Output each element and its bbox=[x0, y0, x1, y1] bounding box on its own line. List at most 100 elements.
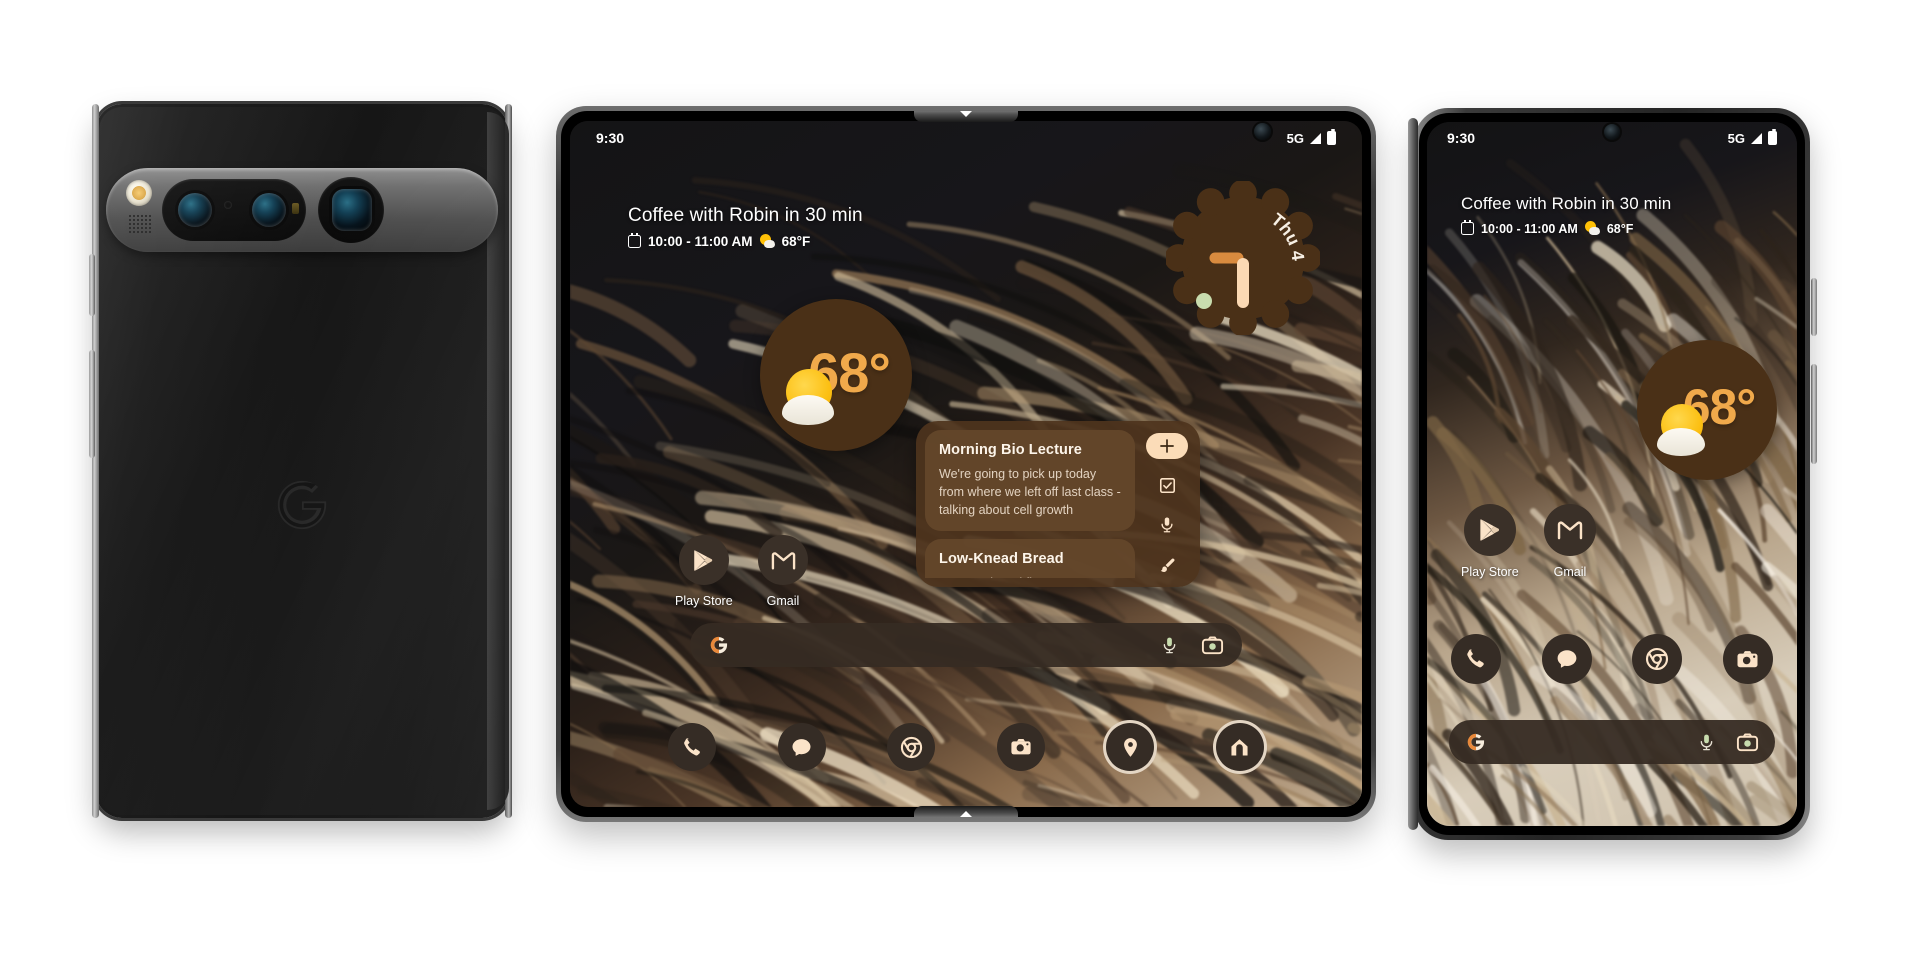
wide-lens bbox=[178, 193, 212, 227]
note-title: Morning Bio Lecture bbox=[939, 442, 1082, 458]
app-label: Gmail bbox=[1553, 565, 1587, 579]
gmail-icon bbox=[758, 535, 808, 585]
note-checklist-item[interactable]: 400g bread flour bbox=[939, 576, 1121, 578]
microphone-icon[interactable] bbox=[1697, 733, 1716, 752]
app-icon-gmail[interactable]: Gmail bbox=[758, 535, 808, 608]
checkbox-icon bbox=[1159, 478, 1175, 494]
play-store-icon bbox=[678, 535, 729, 585]
google-search-bar[interactable] bbox=[1449, 720, 1775, 764]
note-card[interactable]: Low-Knead Bread 400g bread flour 8g salt bbox=[925, 539, 1135, 578]
glance-temperature: 68°F bbox=[1606, 221, 1634, 236]
inner-display-bezel: 9:30 5G Coffee with Robin in 30 min 10:0… bbox=[561, 111, 1371, 817]
status-icons: 5G bbox=[1727, 129, 1777, 146]
power-button[interactable] bbox=[89, 254, 95, 316]
analog-clock-widget[interactable]: Thu 4 bbox=[1166, 181, 1320, 335]
at-a-glance-widget[interactable]: Coffee with Robin in 30 min 10:00 - 11:0… bbox=[1461, 194, 1671, 236]
hinge-notch-top bbox=[914, 111, 1018, 122]
google-lens-camera-icon[interactable] bbox=[1736, 731, 1759, 754]
google-g-icon bbox=[708, 634, 730, 656]
spectral-sensor bbox=[292, 203, 299, 214]
microphone-icon bbox=[1161, 517, 1173, 533]
power-button[interactable] bbox=[1811, 278, 1817, 336]
plus-icon bbox=[1160, 439, 1174, 453]
device-folded-back bbox=[89, 104, 512, 818]
dock-icon-phone[interactable] bbox=[1451, 634, 1501, 684]
google-search-bar[interactable] bbox=[690, 623, 1242, 667]
dock-icon-home[interactable] bbox=[1215, 723, 1264, 771]
app-icon-play-store[interactable]: Play Store bbox=[675, 535, 733, 608]
note-card[interactable]: Morning Bio Lecture We're going to pick … bbox=[925, 430, 1135, 532]
camera-housing-round bbox=[318, 177, 384, 243]
dock bbox=[668, 723, 1264, 771]
app-icon-gmail[interactable]: Gmail bbox=[1544, 504, 1596, 579]
status-bar: 9:30 5G bbox=[570, 121, 1362, 155]
microphone-icon[interactable] bbox=[1160, 636, 1179, 655]
event-time-range: 10:00 - 11:00 AM bbox=[648, 234, 753, 249]
volume-rocker[interactable] bbox=[89, 350, 95, 458]
sun-behind-cloud-icon bbox=[1657, 404, 1715, 456]
weather-widget[interactable]: 68° bbox=[1637, 340, 1777, 480]
sun-cloud-icon bbox=[1584, 221, 1600, 236]
signal-bars-icon bbox=[1751, 132, 1762, 144]
note-item-label: 400g bread flour bbox=[959, 576, 1050, 578]
dock-icon-camera[interactable] bbox=[996, 723, 1045, 771]
google-g-icon bbox=[1465, 731, 1487, 753]
volume-rocker[interactable] bbox=[1811, 364, 1817, 464]
voice-note-button[interactable] bbox=[1146, 513, 1188, 539]
app-label: Play Store bbox=[1461, 565, 1519, 579]
at-a-glance-widget[interactable]: Coffee with Robin in 30 min 10:00 - 11:0… bbox=[628, 205, 863, 249]
dock bbox=[1451, 634, 1773, 684]
sun-cloud-icon bbox=[759, 234, 775, 249]
app-icon-play-store[interactable]: Play Store bbox=[1461, 504, 1519, 579]
cover-hinge-edge bbox=[1408, 118, 1418, 830]
battery-full-icon bbox=[1768, 129, 1777, 145]
mic-grille-icon bbox=[128, 214, 152, 234]
note-title: Low-Knead Bread bbox=[939, 551, 1064, 568]
status-clock: 9:30 bbox=[1447, 130, 1476, 146]
google-lens-camera-icon[interactable] bbox=[1201, 634, 1224, 657]
at-a-glance-title: Coffee with Robin in 30 min bbox=[1461, 194, 1672, 213]
network-label: 5G bbox=[1727, 130, 1745, 146]
weather-widget[interactable]: 68° bbox=[760, 299, 912, 451]
frame-edge-left bbox=[92, 104, 99, 818]
dock-icon-phone[interactable] bbox=[668, 723, 716, 771]
note-body: We're going to pick up today from where … bbox=[939, 467, 1121, 518]
new-note-button[interactable] bbox=[1146, 433, 1188, 459]
ultrawide-lens bbox=[252, 193, 286, 227]
inner-display-screen[interactable]: 9:30 5G Coffee with Robin in 30 min 10:0… bbox=[570, 121, 1362, 807]
status-icons: 5G bbox=[1286, 129, 1336, 146]
dock-icon-messages[interactable] bbox=[777, 723, 826, 771]
notes-list: Morning Bio Lecture We're going to pick … bbox=[925, 430, 1135, 578]
glance-temperature: 68°F bbox=[781, 234, 811, 249]
dock-icon-messages[interactable] bbox=[1541, 634, 1592, 684]
new-list-button[interactable] bbox=[1146, 473, 1188, 499]
led-flash-icon bbox=[126, 180, 152, 206]
front-camera-punch-hole bbox=[1254, 123, 1271, 140]
device-unfolded: 9:30 5G Coffee with Robin in 30 min 10:0… bbox=[556, 106, 1376, 822]
notes-action-rail bbox=[1143, 430, 1191, 578]
dock-icon-camera[interactable] bbox=[1722, 634, 1773, 684]
dock-icon-maps[interactable] bbox=[1106, 723, 1155, 771]
play-store-icon bbox=[1463, 504, 1516, 556]
lens-spacer-dot bbox=[224, 201, 232, 209]
cover-display-screen[interactable]: 9:30 5G Coffee with Robin in 30 min 10:0… bbox=[1427, 122, 1797, 826]
telephoto-lens bbox=[332, 189, 372, 231]
minute-hand bbox=[1237, 258, 1249, 308]
hinge-notch-bottom bbox=[914, 806, 1018, 817]
at-a-glance-title: Coffee with Robin in 30 min bbox=[628, 205, 863, 226]
brush-icon bbox=[1160, 558, 1174, 572]
network-label: 5G bbox=[1286, 130, 1304, 146]
drawing-note-button[interactable] bbox=[1146, 552, 1188, 578]
cover-display-bezel: 9:30 5G Coffee with Robin in 30 min 10:0… bbox=[1419, 113, 1805, 835]
device-cover-screen: 9:30 5G Coffee with Robin in 30 min 10:0… bbox=[1408, 108, 1817, 840]
gmail-icon bbox=[1544, 504, 1596, 556]
product-scene: 9:30 5G Coffee with Robin in 30 min 10:0… bbox=[0, 0, 1920, 960]
second-indicator-dot bbox=[1196, 293, 1212, 309]
dock-icon-chrome[interactable] bbox=[1632, 634, 1683, 684]
at-a-glance-subtitle: 10:00 - 11:00 AM 68°F bbox=[628, 232, 863, 249]
google-keep-widget[interactable]: Morning Bio Lecture We're going to pick … bbox=[916, 421, 1200, 587]
calendar-icon bbox=[1461, 219, 1474, 235]
front-camera-punch-hole bbox=[1604, 124, 1620, 140]
camera-housing-pill bbox=[162, 179, 306, 241]
dock-icon-chrome[interactable] bbox=[887, 723, 936, 771]
